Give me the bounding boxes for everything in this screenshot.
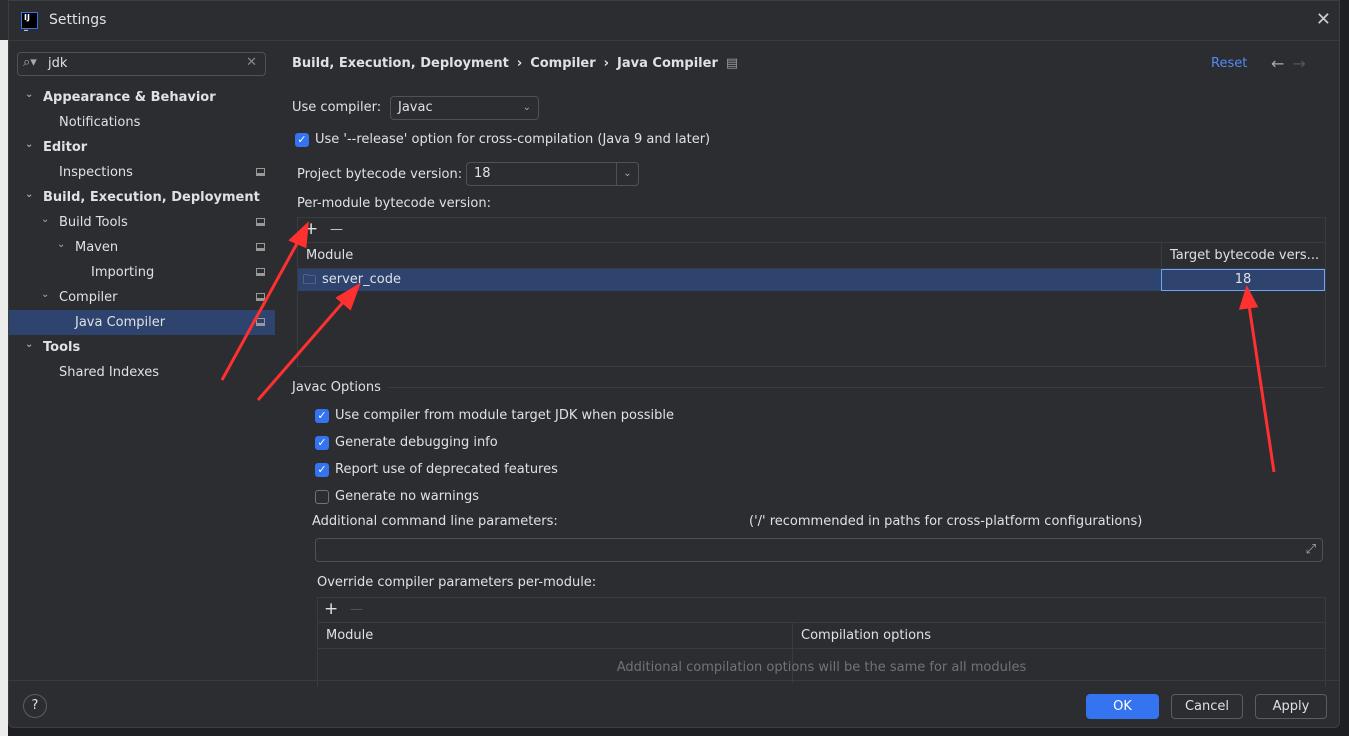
annotation-arrow [1247,304,1276,473]
annotation-arrowhead [288,221,309,249]
javac-options-title: Javac Options [292,380,389,395]
annotation-arrows [220,221,1276,473]
annotation-arrow [220,237,302,381]
annotation-arrowhead [1238,285,1259,310]
